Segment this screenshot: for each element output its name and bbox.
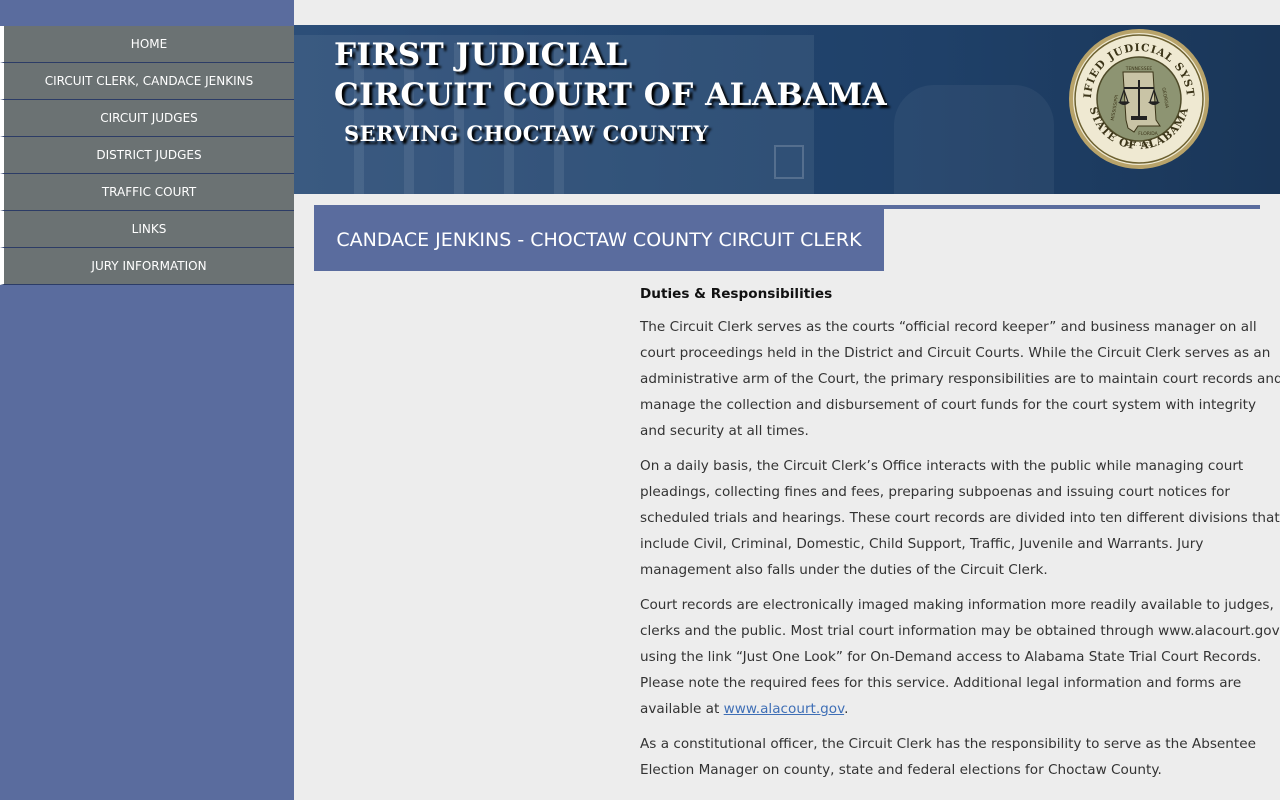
nav-item-links[interactable]: LINKS — [0, 211, 294, 248]
article-heading: Duties & Responsibilities — [640, 286, 833, 302]
article-paragraph-4: As a constitutional officer, the Circuit… — [640, 736, 1256, 778]
banner-window — [774, 145, 804, 179]
article-paragraph-3: Court records are electronically imaged … — [640, 592, 1280, 722]
main-nav: HOME CIRCUIT CLERK, CANDACE JENKINS CIRC… — [0, 26, 294, 285]
banner-subtitle: SERVING CHOCTAW COUNTY — [344, 121, 709, 146]
article-paragraph-3-end: . — [844, 701, 849, 717]
site-banner: FIRST JUDICIAL CIRCUIT COURT OF ALABAMA … — [294, 25, 1280, 194]
nav-item-circuit-judges[interactable]: CIRCUIT JUDGES — [0, 100, 294, 137]
article-paragraph-2: On a daily basis, the Circuit Clerk’s Of… — [640, 458, 1280, 578]
alacourt-link[interactable]: www.alacourt.gov — [724, 701, 844, 717]
seal-state-south: FLORIDA — [1138, 131, 1158, 137]
nav-item-circuit-clerk[interactable]: CIRCUIT CLERK, CANDACE JENKINS — [0, 63, 294, 100]
nav-item-traffic-court[interactable]: TRAFFIC COURT — [0, 174, 294, 211]
seal-state-north: TENNESSEE — [1125, 66, 1153, 72]
sidebar: HOME CIRCUIT CLERK, CANDACE JENKINS CIRC… — [0, 0, 294, 800]
nav-item-jury-information[interactable]: JURY INFORMATION — [0, 248, 294, 285]
banner-tree-shape — [894, 85, 1054, 194]
page-title: CANDACE JENKINS - CHOCTAW COUNTY CIRCUIT… — [314, 205, 884, 271]
top-strip — [294, 0, 1280, 25]
article-paragraph-1: The Circuit Clerk serves as the courts “… — [640, 319, 1280, 439]
seal-year: EST. 1973 — [1127, 142, 1152, 148]
article-body: Duties & Responsibilities The Circuit Cl… — [640, 282, 1280, 792]
banner-title-line-1: FIRST JUDICIAL — [334, 37, 628, 73]
alabama-judicial-seal-icon: UNIFIED JUDICIAL SYSTEM STATE OF ALABAMA… — [1068, 28, 1209, 169]
nav-item-home[interactable]: HOME — [0, 26, 294, 63]
article-paragraph-3-text: Court records are electronically imaged … — [640, 597, 1280, 717]
banner-title-line-2: CIRCUIT COURT OF ALABAMA — [334, 77, 888, 113]
nav-item-district-judges[interactable]: DISTRICT JUDGES — [0, 137, 294, 174]
